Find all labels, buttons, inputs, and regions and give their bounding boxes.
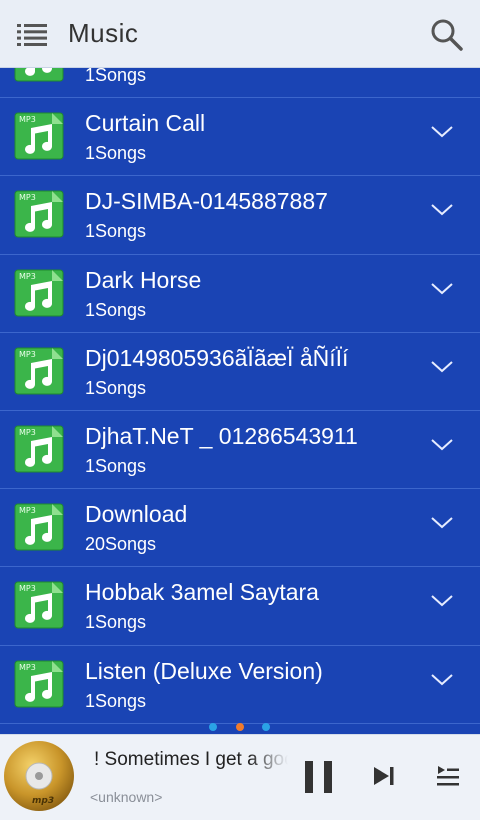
mp3-music-note-icon: MP3 [14,112,64,160]
folder-title: Dj0149805936ãÏãæÏ åÑíÏí [85,344,349,371]
album-art-disc-icon[interactable]: mp3 [2,739,76,813]
chevron-down-icon[interactable] [430,515,454,531]
mp3-badge-text: MP3 [19,428,36,437]
folder-title: Listen (Deluxe Version) [85,657,323,684]
mp3-music-note-icon: MP3 [14,190,64,238]
mp3-music-note-icon: MP3 [14,581,64,629]
mp3-music-note-icon: MP3 [14,68,64,82]
page-indicator [0,720,480,734]
next-track-button[interactable] [372,765,396,787]
folder-song-count: 1Songs [85,68,147,85]
folder-title: Dark Horse [85,266,202,293]
chevron-down-icon[interactable] [430,672,454,688]
now-playing-artist: <unknown> [90,789,163,805]
chevron-down-icon[interactable] [430,281,454,297]
folder-title: DjhaT.NeT _ 01286543911 [85,422,358,449]
search-icon[interactable] [430,18,464,52]
music-app: Music MP3 1Songs MP3 Curtain Call 1Songs MP3 D… [0,0,480,820]
mp3-badge-text: MP3 [19,584,36,593]
folder-title: Hobbak 3amel Saytara [85,579,319,606]
folder-song-count: 1Songs [85,690,147,711]
mp3-badge-text: MP3 [19,193,36,202]
mp3-badge-text: MP3 [19,506,36,515]
folder-song-count: 1Songs [85,377,147,398]
page-dot [262,723,270,731]
chevron-down-icon[interactable] [430,202,454,218]
playlist-queue-button[interactable] [436,765,460,787]
now-playing-bar[interactable]: mp3 ! Sometimes I get a good feeling <un… [0,734,480,820]
list-menu-icon[interactable] [17,24,47,46]
mp3-badge-text: MP3 [19,663,36,672]
folder-row[interactable]: MP3 DJ-SIMBA-0145887887 1Songs [0,176,480,255]
folder-song-count: 1Songs [85,143,147,164]
folder-row[interactable]: MP3 DjhaT.NeT _ 01286543911 1Songs [0,411,480,490]
chevron-down-icon[interactable] [430,593,454,609]
mp3-badge-text: MP3 [19,350,36,359]
mp3-music-note-icon: MP3 [14,660,64,707]
now-playing-title: ! Sometimes I get a good feeling [94,749,288,770]
folder-song-count: 1Songs [85,612,147,633]
mp3-music-note-icon: MP3 [14,425,64,473]
chevron-down-icon[interactable] [430,359,454,375]
mp3-music-note-icon: MP3 [14,269,64,317]
mp3-badge-text: MP3 [19,115,36,124]
folder-title: Curtain Call [85,110,206,137]
page-title: Music [68,18,139,48]
folder-song-count: 1Songs [85,455,147,476]
chevron-down-icon[interactable] [430,124,454,140]
page-dot [209,723,217,731]
mp3-music-note-icon: MP3 [14,347,64,395]
folder-title: DJ-SIMBA-0145887887 [85,188,328,215]
page-dot-active [236,723,244,731]
folder-row[interactable]: MP3 Dj0149805936ãÏãæÏ åÑíÏí 1Songs [0,333,480,411]
folder-row[interactable]: MP3 Curtain Call 1Songs [0,98,480,177]
folder-list-content: MP3 1Songs MP3 Curtain Call 1Songs MP3 DJ-SIMB… [0,68,480,724]
folder-song-count: 20Songs [85,534,157,555]
mp3-badge-text: MP3 [19,272,36,281]
album-art-label: mp3 [32,796,54,806]
mp3-music-note-icon: MP3 [14,503,64,551]
folder-song-count: 1Songs [85,221,147,242]
folder-row[interactable]: MP3 Hobbak 3amel Saytara 1Songs [0,567,480,646]
chevron-down-icon[interactable] [430,437,454,453]
folder-row[interactable]: MP3 Dark Horse 1Songs [0,255,480,333]
folder-title: Download [85,501,188,528]
folder-list[interactable]: MP3 1Songs MP3 Curtain Call 1Songs MP3 DJ-SIMB… [0,68,480,734]
folder-row[interactable]: MP3 1Songs [0,68,480,99]
app-header: Music [0,0,480,68]
pause-button[interactable] [303,759,335,795]
folder-row[interactable]: MP3 Download 20Songs [0,489,480,568]
folder-row[interactable]: MP3 Listen (Deluxe Version) 1Songs [0,646,480,724]
folder-song-count: 1Songs [85,299,147,320]
